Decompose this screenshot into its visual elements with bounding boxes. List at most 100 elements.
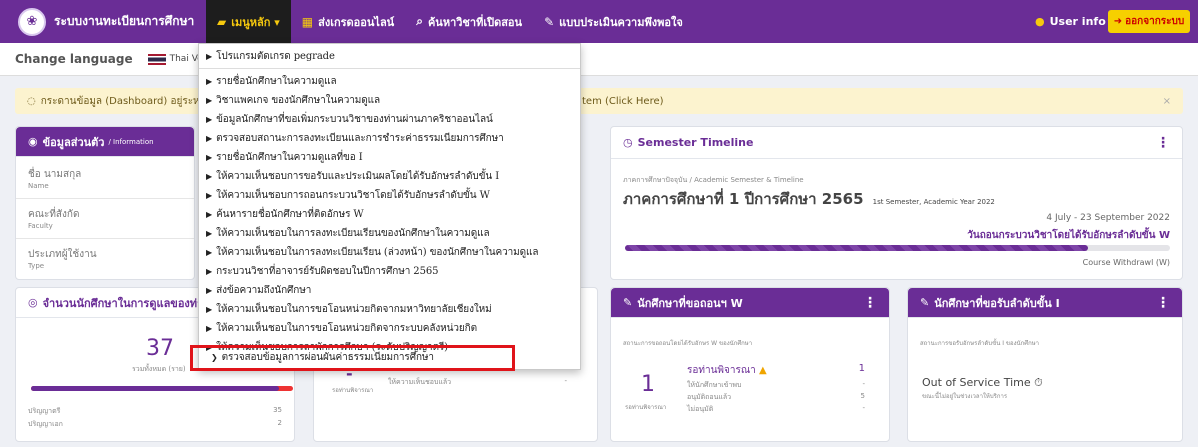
withdraw-status-label: รอท่านพิจารณา bbox=[687, 365, 756, 376]
menu-item[interactable]: ▶ ให้ความเห็นชอบการถอนกระบวนวิชาโดยได้รับ… bbox=[206, 188, 490, 203]
caret-right-icon: ▶ bbox=[206, 191, 213, 200]
withdraw-row-3-value: - bbox=[862, 404, 865, 412]
semester-timeline-card: ◷ Semester Timeline ⋮ ภาคการศึกษาปัจจุบั… bbox=[610, 126, 1183, 280]
doctor-label: ปริญญาเอก bbox=[28, 420, 63, 428]
grade-i-status: Out of Service Time ⏱ bbox=[922, 376, 1043, 390]
close-icon[interactable]: × bbox=[1163, 96, 1171, 107]
withdraw-header: ✎ นักศึกษาที่ขอถอนฯ W ⋮ bbox=[611, 288, 889, 318]
menu-item-label: ให้ความเห็นชอบการขอรับและประเมินผลโดยได้… bbox=[216, 171, 500, 182]
menu-item-label: ให้ความเห็นชอบในการลงทะเบียนเรียนของนักศ… bbox=[216, 228, 490, 239]
withdraw-count-sub: รอท่านพิจารณา bbox=[625, 404, 667, 411]
brand-title[interactable]: ระบบงานทะเบียนการศึกษา bbox=[54, 12, 206, 31]
comment-icon: ◌ bbox=[27, 95, 36, 107]
mid-row-value: - bbox=[564, 377, 567, 385]
folder-icon: ▰ bbox=[217, 14, 227, 29]
nav-search-courses-label: ค้นหาวิชาที่เปิดสอน bbox=[427, 15, 523, 29]
type-sub: Type bbox=[28, 262, 45, 270]
caret-right-icon: ▶ bbox=[206, 172, 213, 181]
nav-main-menu[interactable]: ▰ เมนูหลัก ▾ bbox=[206, 0, 291, 43]
language-bar: Change language Thai Versi bbox=[0, 43, 1198, 76]
semester-event: วันถอนกระบวนวิชาโดยได้รับอักษรลำดับขั้น … bbox=[967, 230, 1170, 241]
caret-right-icon: ▶ bbox=[206, 267, 213, 276]
mid-row-label: ให้ความเห็นชอบแล้ว bbox=[388, 378, 452, 386]
bachelor-label: ปริญญาตรี bbox=[28, 407, 61, 415]
nav-survey-label: แบบประเมินความพึงพอใจ bbox=[559, 15, 683, 29]
logout-button[interactable]: ➜ ออกจากระบบ bbox=[1108, 10, 1190, 33]
user-info-menu[interactable]: ● User info ▾ bbox=[1035, 0, 1112, 43]
semester-dates: 4 July - 23 September 2022 bbox=[1046, 213, 1170, 223]
personal-info-header: ◉ ข้อมูลส่วนตัว / Information bbox=[16, 127, 194, 157]
semester-sub: ภาคการศึกษาปัจจุบัน / Academic Semester … bbox=[623, 176, 804, 184]
logout-label: ออกจากระบบ bbox=[1125, 16, 1185, 27]
withdraw-row-2-value: 5 bbox=[860, 392, 865, 400]
faculty-label: คณะที่สังกัด bbox=[28, 209, 80, 220]
caret-right-icon: ▶ bbox=[206, 96, 213, 105]
personal-info-title: ข้อมูลส่วนตัว bbox=[42, 135, 105, 149]
user-circle-icon: ◉ bbox=[28, 135, 38, 148]
withdraw-card: ✎ นักศึกษาที่ขอถอนฯ W ⋮ สถานะการขอถอนโดย… bbox=[610, 287, 890, 442]
menu-item[interactable]: ▶ ให้ความเห็นชอบการขอรับและประเมินผลโดยได… bbox=[206, 169, 499, 184]
nav-main-menu-label: เมนูหลัก ▾ bbox=[231, 15, 280, 29]
menu-item[interactable]: ▶ ค้นหารายชื่อนักศึกษาที่ติดอักษร W bbox=[206, 207, 364, 222]
nav-search-courses[interactable]: ⌕ ค้นหาวิชาที่เปิดสอน bbox=[405, 0, 533, 43]
caret-right-icon: ▶ bbox=[206, 248, 213, 257]
more-icon[interactable]: ⋮ bbox=[863, 295, 877, 311]
menu-item[interactable]: ▶ ส่งข้อความถึงนักศึกษา bbox=[206, 283, 311, 298]
menu-item[interactable]: ▶ ตรวจสอบสถานะการลงทะเบียนและการชำระค่าธร… bbox=[206, 131, 504, 146]
menu-item-label: กระบวนวิชาที่อาจารย์รับผิดชอบในปีการศึกษ… bbox=[216, 266, 439, 277]
alert-link[interactable]: tem (Click Here) bbox=[582, 96, 664, 107]
type-label: ประเภทผู้ใช้งาน bbox=[28, 249, 97, 260]
menu-item-label: ตรวจสอบสถานะการลงทะเบียนและการชำระค่าธรร… bbox=[216, 133, 504, 144]
menu-item[interactable]: ▶ วิชาแพคเกจ ของนักศึกษาในความดูแล bbox=[206, 93, 380, 108]
caret-right-icon: ▶ bbox=[206, 305, 213, 314]
caret-right-icon: ▶ bbox=[206, 52, 213, 61]
withdraw-status: รอท่านพิจารณา ▲ bbox=[687, 363, 767, 378]
edit-icon: ✎ bbox=[623, 296, 633, 309]
withdraw-row-1-label: ให้นักศึกษาเข้าพบ bbox=[687, 381, 742, 389]
alert-text: กระดานข้อมูล (Dashboard) อยู่ระหว่าง bbox=[40, 95, 216, 107]
doctor-value: 2 bbox=[277, 419, 282, 427]
caret-right-icon: ▶ bbox=[206, 134, 213, 143]
caret-right-icon: ▶ bbox=[206, 286, 213, 295]
type-field: ประเภทผู้ใช้งาน Type bbox=[16, 247, 194, 270]
semester-heading-en: 1st Semester, Academic Year 2022 bbox=[872, 198, 995, 206]
user-info-label: User info bbox=[1049, 15, 1106, 28]
university-logo-icon[interactable]: ❀ bbox=[18, 7, 46, 36]
semester-heading: ภาคการศึกษาที่ 1 ปีการศึกษา 2565 bbox=[623, 190, 864, 208]
menu-item[interactable]: ▶ ให้ความเห็นชอบในการขอโอนหน่วยกิตจากมหาว… bbox=[206, 302, 492, 317]
faculty-field: คณะที่สังกัด Faculty bbox=[16, 207, 194, 230]
grade-i-status-sub: ขณะนี้ไม่อยู่ในช่วงเวลาให้บริการ bbox=[922, 393, 1008, 400]
bachelor-value: 35 bbox=[273, 406, 282, 414]
students-title: จำนวนนักศึกษาในการดูแลของท่าน bbox=[42, 296, 211, 310]
semester-header: ◷ Semester Timeline ⋮ bbox=[611, 127, 1182, 159]
grade-i-title: นักศึกษาที่ขอรับลำดับขั้น I bbox=[934, 296, 1060, 310]
grade-i-sub: สถานะการขอรับอักษรลำดับขั้น I ของนักศึกษ… bbox=[920, 340, 1040, 347]
faculty-sub: Faculty bbox=[28, 222, 53, 230]
menu-item[interactable]: ▶ รายชื่อนักศึกษาในความดูแล bbox=[206, 74, 337, 89]
grade-i-card: ✎ นักศึกษาที่ขอรับลำดับขั้น I ⋮ สถานะการ… bbox=[907, 287, 1183, 442]
name-field: ชื่อ นามสกุล Name bbox=[16, 167, 194, 190]
nav-submit-grades[interactable]: ▦ ส่งเกรดออนไลน์ bbox=[291, 0, 405, 43]
menu-item[interactable]: ▶ ข้อมูลนักศึกษาที่ขอเพิ่มกระบวนวิชาของท่… bbox=[206, 112, 493, 127]
more-icon[interactable]: ⋮ bbox=[1156, 135, 1170, 151]
stopwatch-icon: ⏱ bbox=[1034, 376, 1043, 389]
semester-heading-row: ภาคการศึกษาที่ 1 ปีการศึกษา 2565 1st Sem… bbox=[623, 187, 995, 211]
more-icon[interactable]: ⋮ bbox=[1156, 295, 1170, 311]
students-count: 37 bbox=[146, 336, 174, 361]
caret-right-icon: ▶ bbox=[206, 324, 213, 333]
change-language-label: Change language bbox=[15, 52, 133, 66]
menu-item[interactable]: ▶ รายชื่อนักศึกษาในความดูแลที่ขอ I bbox=[206, 150, 363, 165]
menu-item[interactable]: ▶ โปรแกรมตัดเกรด pegrade bbox=[206, 49, 335, 64]
caret-right-icon: ▶ bbox=[206, 77, 213, 86]
thai-flag-icon[interactable] bbox=[147, 53, 166, 65]
menu-item[interactable]: ▶ กระบวนวิชาที่อาจารย์รับผิดชอบในปีการศึก… bbox=[206, 264, 438, 279]
grid-icon: ▦ bbox=[301, 14, 314, 29]
menu-item[interactable]: ▶ ให้ความเห็นชอบในการขอโอนหน่วยกิตจากระบบ… bbox=[206, 321, 477, 336]
menu-item[interactable]: ▶ ให้ความเห็นชอบในการลงทะเบียนเรียนของนัก… bbox=[206, 226, 490, 241]
caret-right-icon: ▶ bbox=[206, 229, 213, 238]
nav-survey[interactable]: ✎ แบบประเมินความพึงพอใจ bbox=[533, 0, 694, 43]
students-count-sub: รวมทั้งหมด (ราย) bbox=[132, 365, 186, 373]
withdraw-row-2-label: อนุมัติถอนแล้ว bbox=[687, 393, 732, 401]
top-navbar: ❀ ระบบงานทะเบียนการศึกษา ▰ เมนูหลัก ▾ ▦ … bbox=[0, 0, 1198, 43]
menu-item[interactable]: ▶ ให้ความเห็นชอบในการลงทะเบียนเรียน (ล่วง… bbox=[206, 245, 538, 260]
